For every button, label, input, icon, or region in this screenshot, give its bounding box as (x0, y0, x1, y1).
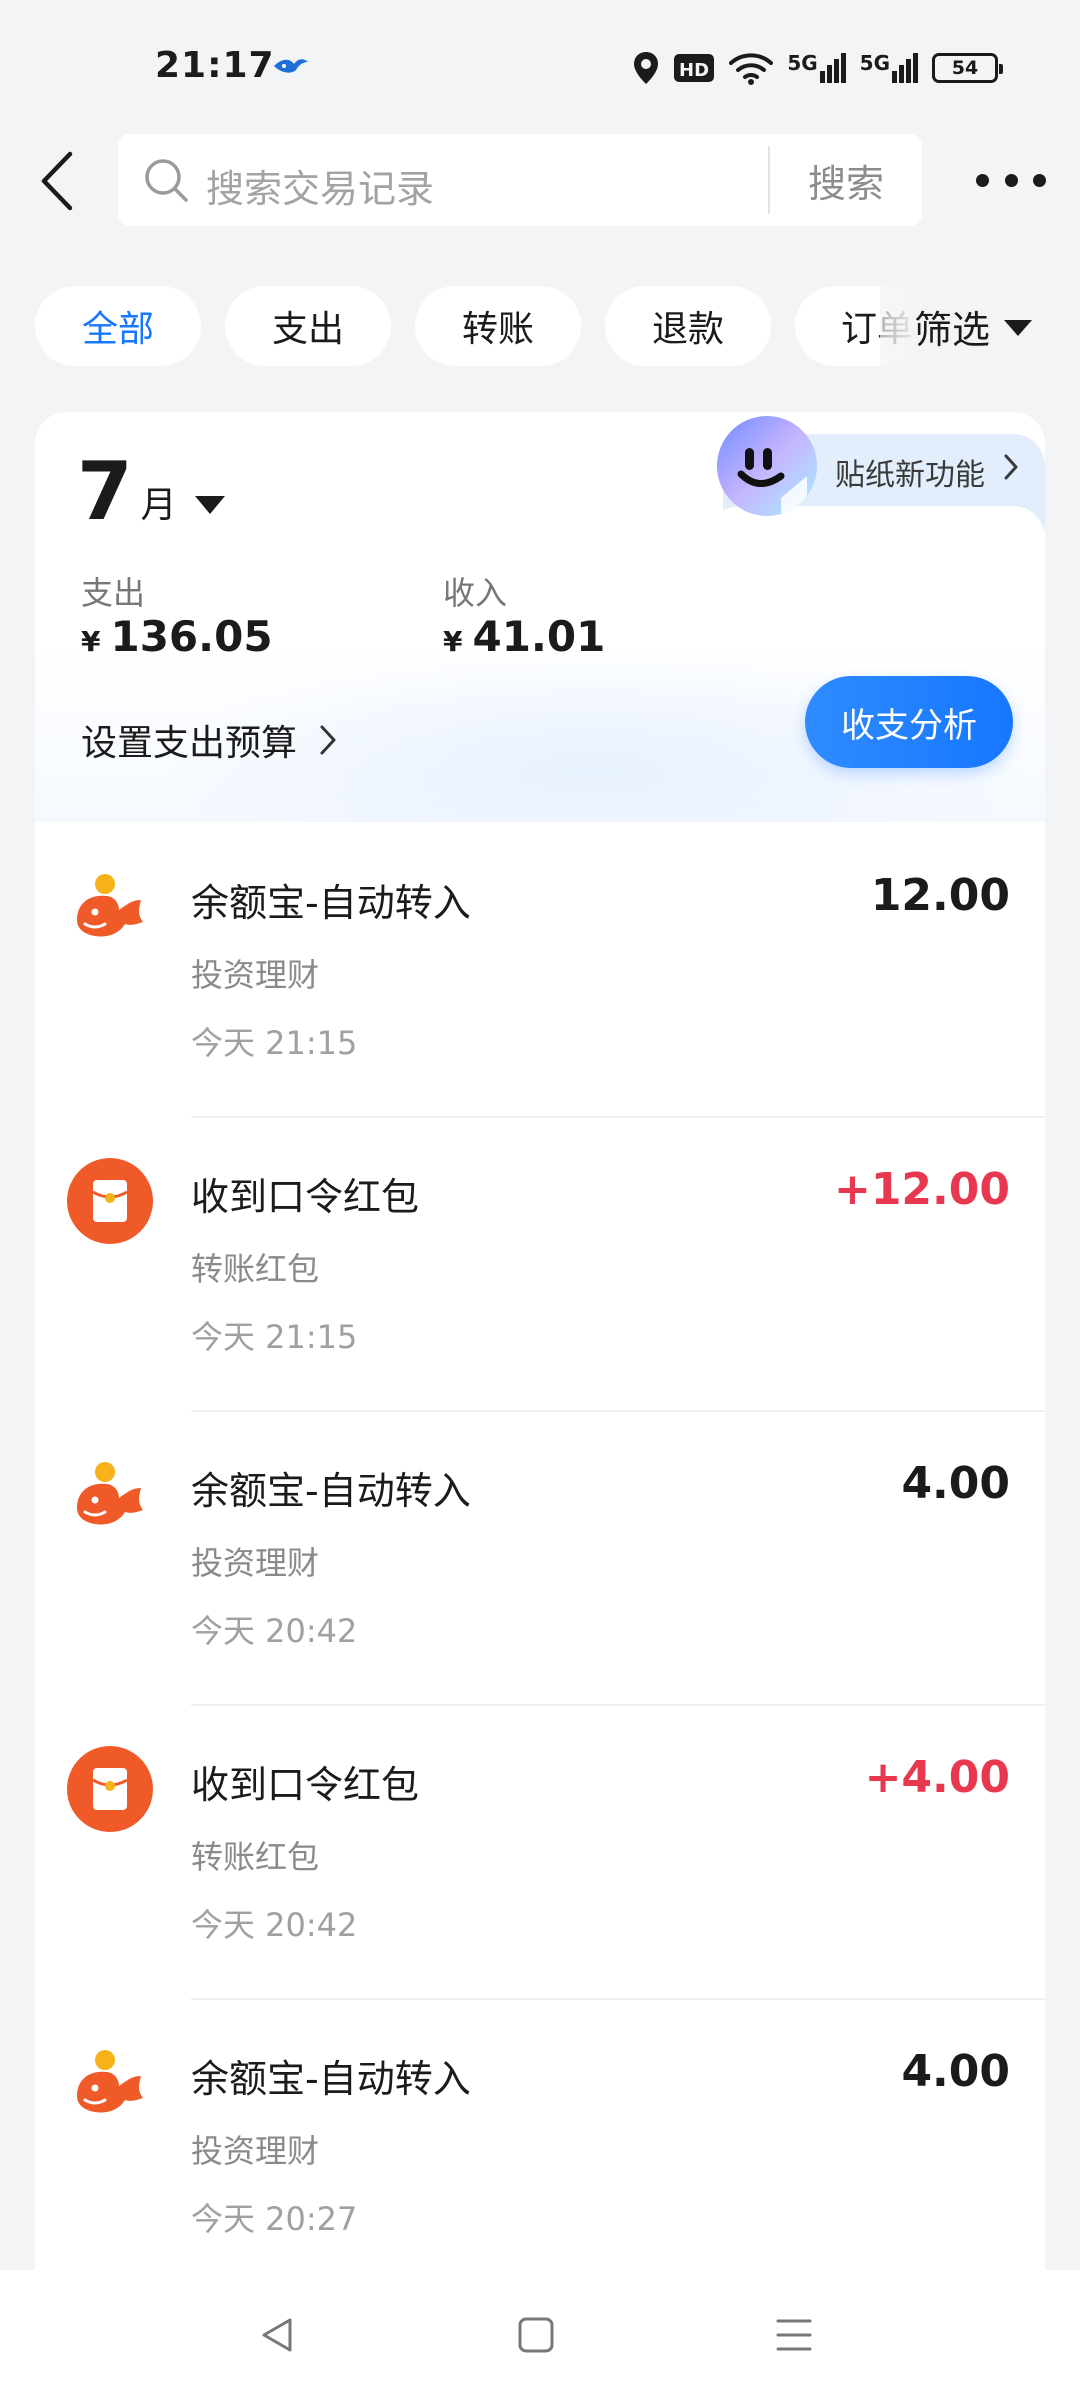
yuebao-fish-icon (67, 1452, 153, 1538)
transaction-time: 今天 20:27 (191, 2200, 358, 2238)
signal-1-icon: 5G (787, 53, 846, 83)
monthly-summary: 贴纸新功能 7 月 支出 ¥136.05 收入 ¥41.01 设置支出预算 收支… (35, 412, 1045, 822)
transaction-category: 转账红包 (191, 1250, 320, 1288)
transaction-category: 投资理财 (191, 1544, 320, 1582)
red-packet-icon (67, 1158, 153, 1244)
nav-back-button[interactable] (238, 2300, 318, 2370)
nav-home-button[interactable] (496, 2300, 576, 2370)
transaction-row[interactable]: 余额宝-自动转入投资理财今天 20:27 4.00 (35, 1998, 1045, 2292)
sticker-feature-link[interactable]: 贴纸新功能 (835, 450, 985, 494)
currency-symbol: ¥ (81, 625, 101, 658)
transaction-time: 今天 20:42 (191, 1906, 358, 1944)
system-nav-bar (0, 2270, 1080, 2400)
red-packet-icon (67, 1746, 153, 1832)
transaction-time: 今天 21:15 (191, 1024, 358, 1062)
signal-2-icon: 5G (860, 53, 918, 83)
transaction-title: 收到口令红包 (191, 1175, 420, 1219)
search-button[interactable]: 搜索 (770, 134, 922, 226)
back-button[interactable] (34, 150, 86, 212)
transaction-time: 今天 20:42 (191, 1612, 358, 1650)
chip-all[interactable]: 全部 (35, 286, 201, 366)
set-budget-link[interactable]: 设置支出预算 (81, 714, 339, 766)
expense-total: ¥136.05 (81, 612, 273, 661)
more-options-button[interactable] (976, 162, 1046, 198)
caret-down-icon (194, 496, 225, 514)
chip-refund[interactable]: 退款 (605, 286, 771, 366)
yuebao-fish-icon (67, 864, 153, 950)
income-label: 收入 (443, 574, 508, 612)
transaction-amount: 12.00 (870, 870, 1010, 921)
transaction-amount: +4.00 (864, 1752, 1010, 1803)
svg-text:HD: HD (679, 60, 709, 81)
hd-icon: HD (674, 54, 715, 82)
search-icon (145, 159, 188, 202)
nav-menu-button[interactable] (754, 2300, 834, 2370)
transaction-row[interactable]: 余额宝-自动转入投资理财今天 21:15 12.00 (35, 822, 1045, 1116)
more-dot (976, 173, 989, 187)
transaction-title: 余额宝-自动转入 (191, 1469, 471, 1513)
transaction-category: 投资理财 (191, 2132, 320, 2170)
month-number: 7 (77, 445, 133, 538)
income-total: ¥41.01 (443, 612, 605, 661)
month-selector[interactable]: 7 月 (77, 452, 225, 532)
chevron-right-icon (1004, 454, 1018, 480)
chip-transfer[interactable]: 转账 (415, 286, 581, 366)
status-bar: 21:17 HD 5G 5G 54 (0, 0, 1080, 120)
triangle-back-icon (262, 2318, 292, 2352)
transaction-category: 投资理财 (191, 956, 320, 994)
transaction-row[interactable]: 收到口令红包转账红包今天 20:42 +4.00 (35, 1704, 1045, 1998)
battery-indicator: 54 (932, 53, 1003, 83)
transaction-time: 今天 21:15 (191, 1318, 358, 1356)
filter-button[interactable]: 筛选 (880, 286, 1080, 366)
month-unit: 月 (140, 485, 177, 526)
transaction-amount: +12.00 (833, 1164, 1010, 1215)
income-value: 41.01 (472, 612, 606, 661)
transaction-row[interactable]: 余额宝-自动转入投资理财今天 20:42 4.00 (35, 1410, 1045, 1704)
transaction-row[interactable]: 收到口令红包转账红包今天 21:15 +12.00 (35, 1116, 1045, 1410)
notification-bird-icon (274, 59, 308, 73)
sticker-face-icon[interactable] (717, 416, 817, 516)
status-icons: HD 5G 5G 54 (633, 48, 1003, 88)
records-card: 贴纸新功能 7 月 支出 ¥136.05 收入 ¥41.01 设置支出预算 收支… (35, 412, 1045, 2400)
more-dot (1033, 173, 1046, 187)
wifi-icon (729, 53, 774, 85)
expense-value: 136.05 (110, 612, 273, 661)
location-icon (634, 52, 659, 84)
search-box[interactable]: 搜索交易记录 搜索 (118, 134, 922, 226)
chevron-right-icon (320, 725, 336, 755)
more-dot (1004, 173, 1018, 187)
transaction-title: 收到口令红包 (191, 1763, 420, 1807)
search-input[interactable]: 搜索交易记录 (206, 158, 434, 213)
filter-label: 筛选 (914, 307, 991, 352)
transaction-title: 余额宝-自动转入 (191, 881, 471, 925)
status-time: 21:17 (155, 45, 275, 86)
transaction-title: 余额宝-自动转入 (191, 2057, 471, 2101)
currency-symbol: ¥ (443, 625, 463, 658)
transaction-amount: 4.00 (901, 2046, 1010, 2097)
budget-label: 设置支出预算 (81, 723, 298, 764)
chip-expense[interactable]: 支出 (225, 286, 391, 366)
expense-label: 支出 (81, 574, 146, 612)
card-curve (685, 506, 1045, 576)
transaction-amount: 4.00 (901, 1458, 1010, 1509)
yuebao-fish-icon (67, 2040, 153, 2126)
transaction-records-page: 21:17 HD 5G 5G 54 搜索交易记录 搜索 全部 支出 转账 退款 … (0, 0, 1080, 2400)
transaction-list: 余额宝-自动转入 投资理财 今天 21:15 12.00 收到口令红包 转账红包 今天 21… (35, 822, 1045, 2292)
income-expense-analysis-button[interactable]: 收支分析 (805, 676, 1013, 768)
header: 搜索交易记录 搜索 (0, 132, 1080, 228)
caret-down-icon (1004, 320, 1033, 336)
transaction-category: 转账红包 (191, 1838, 320, 1876)
square-home-icon (518, 2317, 554, 2353)
menu-lines-icon (776, 2319, 812, 2351)
